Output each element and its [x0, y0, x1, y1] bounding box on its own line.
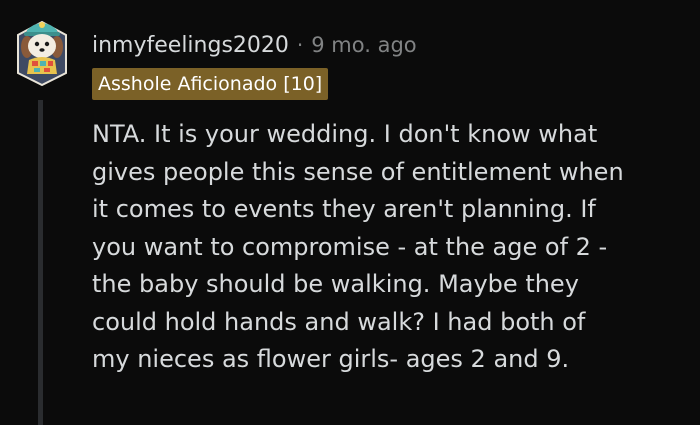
user-flair-badge: Asshole Aficionado [10]	[92, 68, 329, 100]
dog-avatar-icon	[17, 20, 67, 87]
comment-body-line: NTA. It is your wedding. I don't know wh…	[92, 120, 598, 148]
thread-line[interactable]	[38, 100, 43, 425]
comment-timestamp[interactable]: 9 mo. ago	[311, 33, 416, 57]
comment-body-line: it comes to events they aren't planning.…	[92, 195, 596, 223]
user-avatar[interactable]	[14, 14, 70, 87]
comment-body-line: you want to compromise - at the age of 2…	[92, 232, 608, 261]
user-flair-text: Asshole Aficionado [10]	[98, 73, 323, 95]
comment-body: NTA. It is your wedding. I don't know wh…	[92, 116, 692, 379]
comment-body-line: gives people this sense of entitlement w…	[92, 157, 624, 186]
meta-separator: ·	[296, 33, 304, 57]
comment-body-line: the baby should be walking. Maybe they	[92, 270, 579, 298]
comment-header: inmyfeelings2020 · 9 mo. ago	[92, 28, 417, 62]
username-link[interactable]: inmyfeelings2020	[92, 33, 289, 58]
comment-body-line: my nieces as flower girls- ages 2 and 9.	[92, 345, 570, 373]
comment-body-line: could hold hands and walk? I had both of	[92, 307, 586, 336]
